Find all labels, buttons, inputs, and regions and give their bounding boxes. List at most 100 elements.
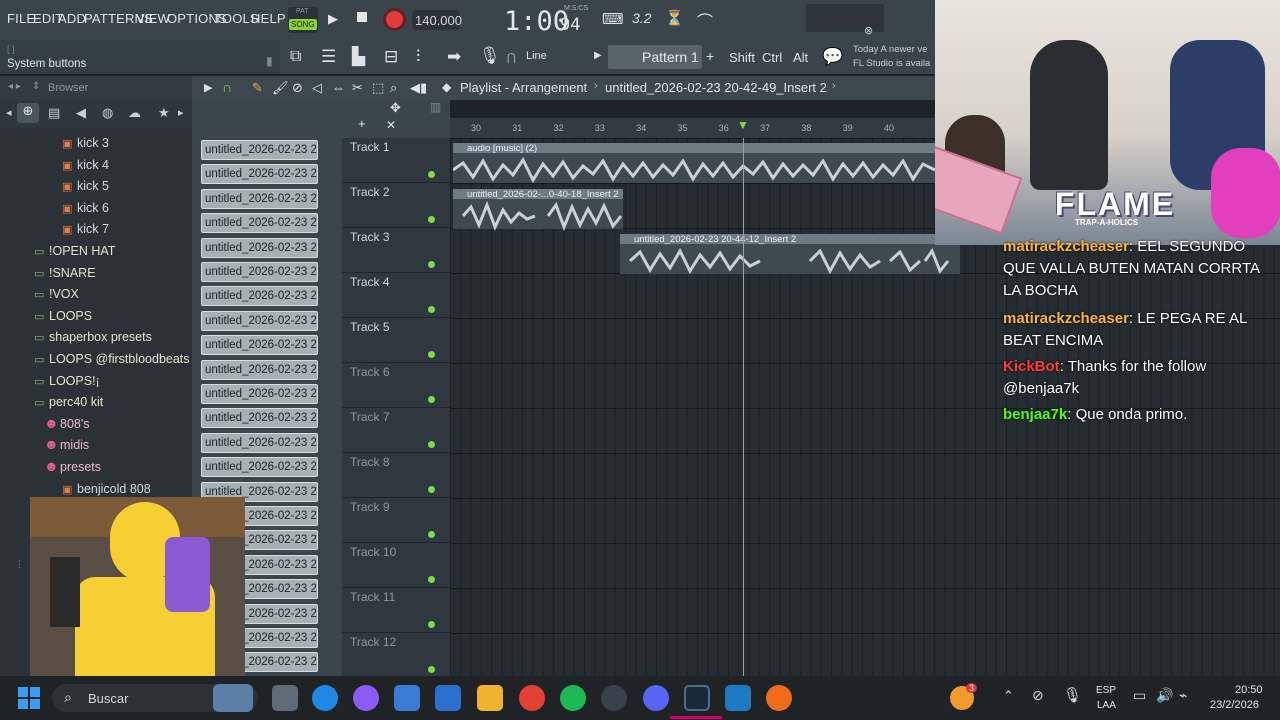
photos-icon[interactable] (725, 685, 751, 711)
ctrl-button[interactable]: Ctrl (762, 50, 782, 65)
wait-icon[interactable]: ⏳ (665, 9, 684, 27)
paint-icon[interactable]: 🖌 (272, 80, 289, 96)
clip-source-item[interactable]: untitled_2026-02-23 20-... (201, 164, 318, 185)
track-header[interactable]: Track 4 (342, 273, 450, 318)
track-enable-led[interactable] (428, 486, 435, 493)
track-enable-led[interactable] (428, 531, 435, 538)
keyboard-icon[interactable]: ⌨ (602, 10, 624, 28)
track-header[interactable]: Track 10 (342, 543, 450, 588)
tray-hidden-icon[interactable]: ⊘ (1032, 687, 1044, 704)
browser-back-icon[interactable]: ◂ (6, 106, 12, 119)
task-view-icon[interactable] (272, 685, 298, 711)
menu-add[interactable]: ADD (58, 11, 86, 26)
clip-source-item[interactable]: untitled_2026-02-23 20-... (201, 310, 318, 331)
add-track-icon[interactable]: + (358, 116, 366, 131)
track-mode-icon[interactable]: ▥ (430, 100, 441, 114)
browser-all-icon[interactable]: ⊕ (17, 103, 39, 123)
browser-file-icon[interactable]: ▤ (48, 105, 60, 121)
browser-item[interactable]: ▣ kick 7 (0, 220, 192, 240)
slice-icon[interactable]: ✂ (352, 80, 363, 96)
pat-song-toggle[interactable]: PAT SONG (288, 7, 318, 33)
browser-item[interactable]: ▭ LOOPS @firstbloodbeats (0, 350, 192, 370)
clip-source-item[interactable]: untitled_2026-02-23 20-... (201, 213, 318, 234)
tray-date[interactable]: 23/2/2026 (1210, 699, 1259, 711)
explorer-icon[interactable] (477, 685, 503, 711)
track-enable-led[interactable] (428, 351, 435, 358)
browser-item[interactable]: ▭ perc40 kit (0, 393, 192, 413)
clip-source-item[interactable]: untitled_2026-02-23 20-... (201, 359, 318, 380)
tray-mic-icon[interactable]: 🎙 (1063, 686, 1082, 704)
metronome-icon[interactable]: ⌒ (697, 8, 713, 32)
collapse-icon[interactable]: ◆ (442, 80, 451, 94)
shift-button[interactable]: Shift (729, 50, 755, 65)
spotify-icon[interactable] (560, 685, 586, 711)
widget-icon[interactable] (213, 684, 253, 712)
track-enable-led[interactable] (428, 666, 435, 673)
news-icon[interactable]: 💬 (822, 47, 843, 67)
zoom-icon[interactable]: ⌕ (390, 80, 397, 96)
browser-item[interactable]: ▭ !SNARE (0, 264, 192, 284)
windows-start-icon[interactable] (18, 687, 40, 709)
mixer-icon[interactable]: ⊟ (384, 47, 398, 67)
record-icon[interactable] (383, 8, 406, 31)
track-header[interactable]: Track 8 (342, 453, 450, 498)
clip-source-item[interactable]: untitled_2026-02-23 20-... (201, 432, 318, 453)
pencil-icon[interactable]: ✎ (252, 80, 263, 96)
track-enable-led[interactable] (428, 396, 435, 403)
track-header[interactable]: Track 1 (342, 138, 450, 183)
mute-icon[interactable]: ◁ (312, 80, 322, 96)
tray-lang-2[interactable]: LAA (1097, 700, 1116, 711)
clip-source-item[interactable]: untitled_2026-02-23 20-... (201, 140, 318, 160)
browser-item[interactable]: ▭ !OPEN HAT (0, 242, 192, 262)
browser-item[interactable]: ▭ !VOX (0, 285, 192, 305)
menu-file[interactable]: FILE (7, 11, 35, 26)
snap-select[interactable]: Line (526, 50, 547, 62)
browser-item[interactable]: ▣ kick 5 (0, 177, 192, 197)
menu-view[interactable]: VIEW (136, 11, 170, 26)
track-enable-led[interactable] (428, 261, 435, 268)
clip-source-item[interactable]: untitled_2026-02-23 20-... (201, 408, 318, 429)
clip-source-item[interactable]: untitled_2026-02-23 20-... (201, 188, 318, 209)
pattern-selector[interactable]: Pattern 1 (608, 45, 702, 69)
browser-item[interactable]: ☻ presets (0, 458, 192, 478)
timeline-ruler[interactable]: 30 31 32 33 34 35 36 37 38 39 40 (450, 118, 935, 138)
stop-icon[interactable] (357, 12, 367, 22)
browser-plugin-icon[interactable]: ◍ (102, 105, 113, 121)
track-enable-led[interactable] (428, 306, 435, 313)
tray-chevron-icon[interactable]: ⌃ (1003, 688, 1014, 704)
browser-speaker-icon[interactable]: ◀ (76, 105, 86, 121)
play-icon[interactable]: ▶ (328, 11, 338, 27)
playlist-magnet-icon[interactable]: ∩ (222, 79, 232, 95)
browser-cloud-icon[interactable]: ☁ (128, 105, 141, 121)
pin-icon[interactable]: ▮ (266, 54, 273, 68)
copilot-icon[interactable] (353, 685, 379, 711)
magnet-icon[interactable]: ⋂ (507, 51, 516, 64)
delete-icon[interactable]: ⊘ (292, 80, 303, 96)
slip-icon[interactable]: ⇔ (332, 80, 345, 95)
track-move-icon[interactable]: ✥ (390, 100, 401, 116)
track-enable-led[interactable] (428, 576, 435, 583)
arrow-right-icon[interactable]: ➡ (447, 47, 461, 67)
channel-rack-icon[interactable]: ☰ (321, 47, 336, 67)
remove-track-icon[interactable]: ✕ (386, 118, 396, 132)
track-header[interactable]: Track 5 (342, 318, 450, 363)
track-header[interactable]: Track 7 (342, 408, 450, 453)
browser-item[interactable]: ▣ kick 4 (0, 156, 192, 176)
plugin-picker-icon[interactable]: ⫶ (416, 47, 420, 67)
clip-source-item[interactable]: untitled_2026-02-23 20-... (201, 286, 318, 307)
clip-source-item[interactable]: untitled_2026-02-23 20-... (201, 457, 318, 478)
playlist-view-icon[interactable]: ⧉ (290, 48, 301, 66)
track-header[interactable]: Track 2 (342, 183, 450, 228)
tempo-display[interactable]: 140.000 (412, 10, 462, 30)
track-header[interactable]: Track 9 (342, 498, 450, 543)
browser-star-icon[interactable]: ★ (158, 105, 170, 121)
select-icon[interactable]: ⬚ (372, 80, 384, 96)
target-icon[interactable]: ⊗ (864, 24, 873, 37)
clip-source-item[interactable]: untitled_2026-02-23 20-... (201, 262, 318, 282)
clip-source-item[interactable]: untitled_2026-02-23 20-... (201, 384, 318, 404)
track-header[interactable]: Track 12 (342, 633, 450, 678)
playback-icon[interactable]: ◀▮ (410, 80, 427, 96)
browser-item[interactable]: ▣ kick 6 (0, 199, 192, 219)
track-header[interactable]: Track 6 (342, 363, 450, 408)
audio-clip-insert-b[interactable]: untitled_2026-02-23 20-44-12_Insert 2 (620, 234, 960, 275)
